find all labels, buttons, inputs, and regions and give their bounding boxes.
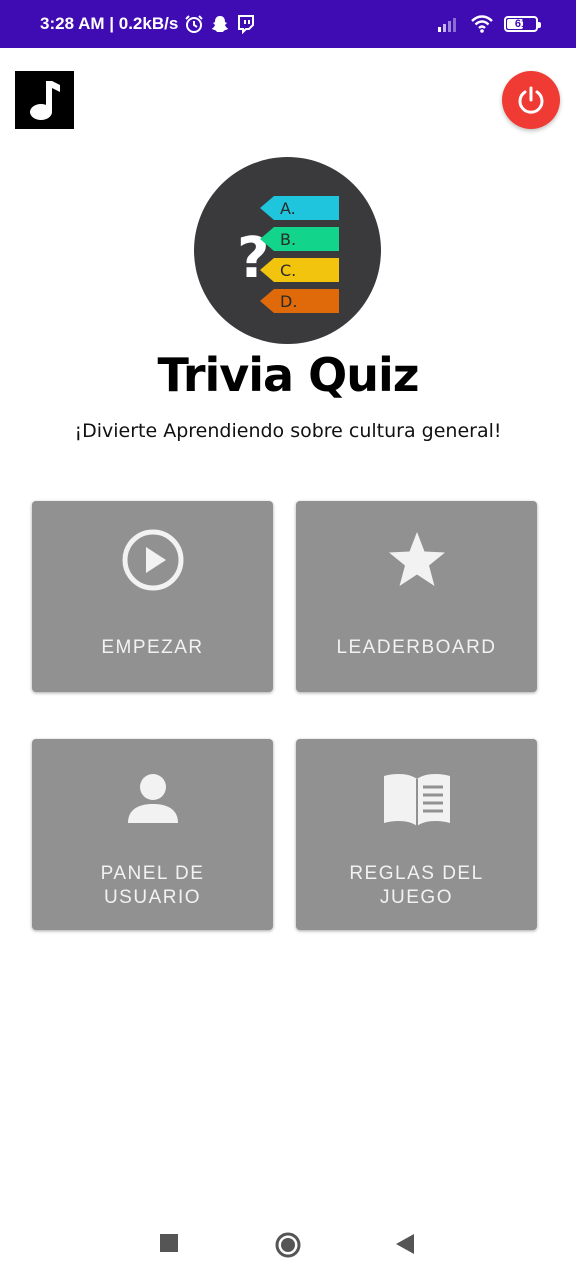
music-note-icon bbox=[29, 81, 60, 120]
circle-icon bbox=[275, 1232, 301, 1258]
person-icon bbox=[32, 771, 273, 827]
start-button[interactable]: EMPEZAR bbox=[32, 501, 273, 692]
battery-indicator: 61 bbox=[504, 16, 541, 32]
battery-level: 61 bbox=[514, 18, 528, 30]
twitch-icon bbox=[238, 15, 255, 34]
status-bar: 3:28 AM | 0.2kB/s 61 bbox=[0, 0, 576, 48]
answer-tag-d bbox=[260, 289, 339, 313]
battery-tip bbox=[538, 22, 541, 28]
answer-tag-c bbox=[260, 258, 339, 282]
app-title: Trivia Quiz bbox=[157, 348, 420, 402]
rules-button[interactable]: REGLAS DEL JUEGO bbox=[296, 739, 537, 930]
start-label: EMPEZAR bbox=[101, 637, 204, 658]
recents-button[interactable] bbox=[160, 1234, 178, 1256]
leaderboard-button[interactable]: LEADERBOARD bbox=[296, 501, 537, 692]
answer-tag-label-c: C. bbox=[280, 261, 296, 280]
back-button[interactable] bbox=[396, 1234, 414, 1258]
book-icon bbox=[296, 771, 537, 829]
app-subtitle: ¡Divierte Aprendiendo sobre cultura gene… bbox=[74, 420, 502, 442]
home-button[interactable] bbox=[275, 1232, 301, 1262]
trivia-logo: ? A. B. C. D. bbox=[194, 157, 381, 344]
answer-tag-label-b: B. bbox=[280, 230, 296, 249]
power-button[interactable] bbox=[502, 71, 560, 129]
status-time-speed: 3:28 AM | 0.2kB/s bbox=[40, 14, 179, 33]
wifi-icon bbox=[471, 15, 493, 33]
power-icon bbox=[518, 86, 544, 114]
star-icon bbox=[296, 528, 537, 592]
triangle-back-icon bbox=[396, 1234, 414, 1254]
answer-tag-a bbox=[260, 196, 339, 220]
alarm-icon bbox=[185, 15, 204, 33]
leaderboard-label: LEADERBOARD bbox=[336, 637, 497, 658]
answer-tag-label-a: A. bbox=[280, 199, 296, 218]
system-nav-bar bbox=[0, 1210, 576, 1280]
rules-label: REGLAS DEL JUEGO bbox=[349, 863, 484, 908]
answer-tags: A. B. C. D. bbox=[260, 196, 339, 313]
signal-icon bbox=[438, 18, 456, 32]
music-toggle-button[interactable] bbox=[15, 71, 74, 129]
answer-tag-label-d: D. bbox=[280, 292, 297, 311]
square-icon bbox=[160, 1234, 178, 1252]
status-left: 3:28 AM | 0.2kB/s bbox=[40, 0, 256, 48]
answer-tag-b bbox=[260, 227, 339, 251]
user-panel-label: PANEL DE USUARIO bbox=[100, 863, 205, 908]
status-right: 61 bbox=[438, 0, 541, 48]
snapchat-icon bbox=[212, 16, 229, 32]
trivia-logo-graphic: ? A.B.C.D. bbox=[237, 196, 339, 313]
user-panel-button[interactable]: PANEL DE USUARIO bbox=[32, 739, 273, 930]
play-circle-icon bbox=[32, 528, 273, 592]
